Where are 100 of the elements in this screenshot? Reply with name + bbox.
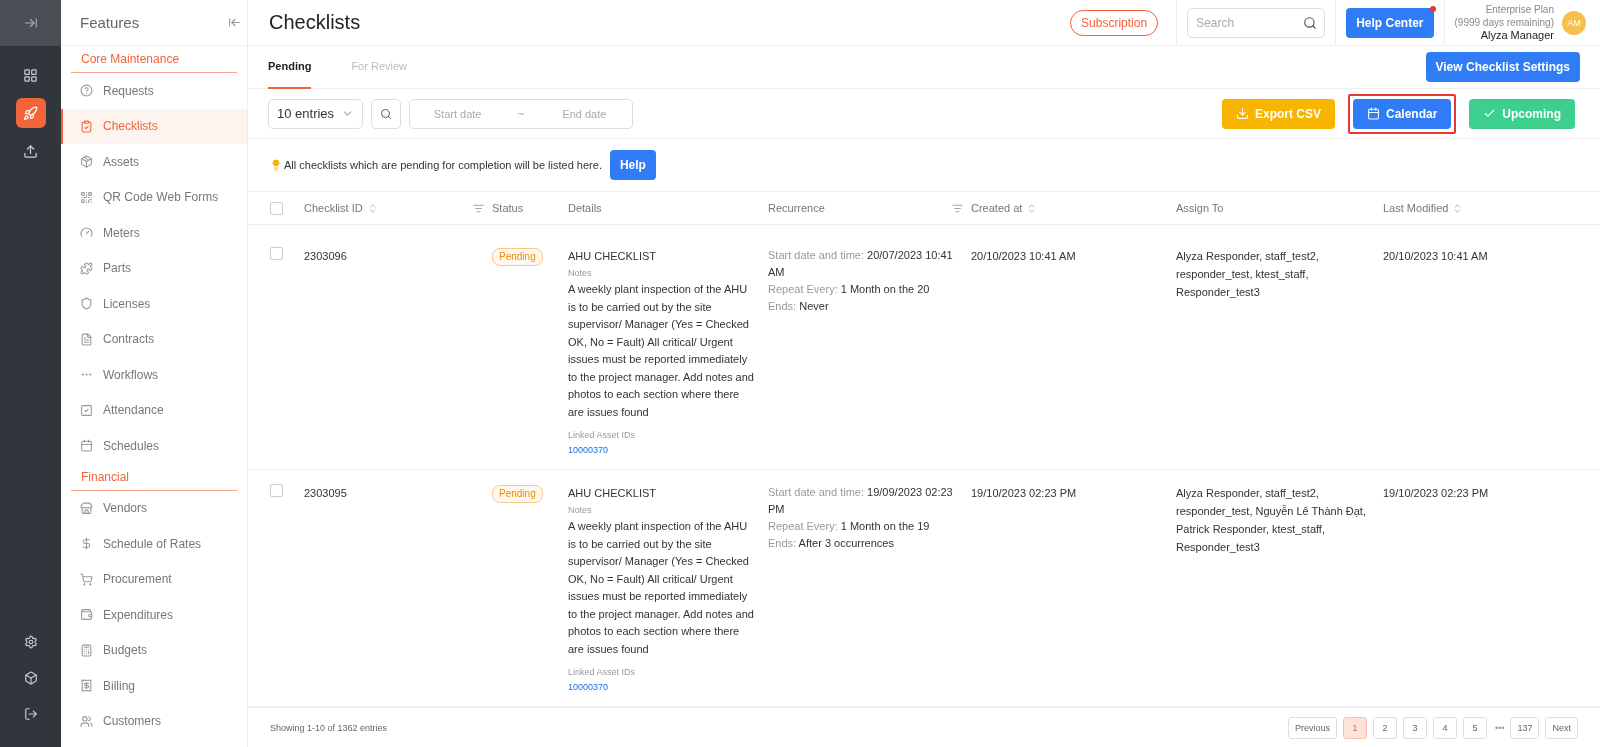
users-icon [80,714,93,728]
page-title: Checklists [269,11,362,34]
checklist-title: AHU CHECKLIST [568,249,658,264]
recurrence-text: Ends: After 3 occurrences [768,536,895,551]
column-header: Details [568,202,602,214]
created-date: 20/10/2023 10:41 AM [971,249,1077,264]
pagination-ellipsis: ••• [1495,722,1505,733]
asset-link[interactable]: 10000370 [568,682,609,692]
column-header: Last Modified [1383,202,1449,214]
plan-name: Enterprise Plan [1485,3,1554,16]
sidebar-item[interactable]: Contracts [61,321,247,357]
sidebar-item[interactable]: Workflows [61,357,247,393]
section-title: Financial [71,463,237,491]
collapse-icon[interactable] [228,16,241,29]
sidebar-item[interactable]: Meters [61,215,247,251]
rocket-icon[interactable] [15,98,46,128]
dollar-icon [80,537,93,551]
recurrence-text: Start date and time: 20/07/2023 10:41 AM [768,248,954,280]
tab[interactable]: Pending [268,45,312,89]
sidebar-item[interactable]: Customers [61,703,247,739]
page-button[interactable]: 3 [1403,716,1427,739]
subscription-button[interactable]: Subscription [1070,9,1159,36]
page-button[interactable]: 137 [1510,716,1540,739]
sidebar-item[interactable]: Schedules [61,428,247,464]
row-checkbox[interactable] [270,484,283,497]
user-name: Alyza Manager [1480,29,1554,42]
sidebar-item[interactable]: QR Code Web Forms [61,179,247,215]
search-icon [380,107,392,120]
linked-label: Linked Asset IDs [568,429,637,442]
sidebar-item[interactable]: Expenditures [61,597,247,633]
sidebar-item[interactable]: Licenses [61,286,247,322]
settings-button[interactable]: View Checklist Settings [1425,52,1580,82]
calendar-button[interactable]: Calendar [1352,98,1452,129]
sidebar-item[interactable]: Checklists [61,108,247,144]
notes-text: A weekly plant inspection of the AHU is to be carried out by the site supervisor/ Manager (Yes = Checked OK, No = Fault) All critical/ Urgent issues must be reported immediately to the project manager. Add notes and photos to each section where there are issues found [568,519,755,657]
recurrence-text: Ends: Never [768,299,830,314]
column-header: Assign To [1176,202,1224,214]
page-button[interactable]: 1 [1343,716,1367,739]
modified-date: 20/10/2023 10:41 AM [1383,249,1489,264]
checkbox-icon [80,403,93,417]
sidebar-item[interactable]: Assets [61,144,247,180]
notes-label: Notes [568,504,593,517]
recurrence-text: Repeat Every: 1 Month on the 20 [768,282,931,297]
lightbulb-icon [270,159,282,171]
sidebar-item[interactable]: Parts [61,250,247,286]
search-button[interactable] [371,98,401,129]
qr-code-icon [80,190,93,204]
entries-select[interactable]: 10 entries [268,98,363,129]
row-checkbox[interactable] [270,247,283,260]
status-badge: Pending [492,485,543,503]
sidebar-item[interactable]: Vendors [61,490,247,526]
info-text: All checklists which are pending for completion will be listed here. [270,159,602,171]
expand-icon[interactable] [23,16,38,30]
sidebar-item[interactable]: Schedule of Rates [61,526,247,562]
assignees: Alyza Responder, staff_test2, responder_test, Nguyễn Lê Thành Đạt, Patrick Responder, ktest_staff, Responder_test3 [1176,486,1367,555]
checklist-id: 2303096 [304,249,348,264]
date-range-field[interactable]: Start date ~ End date [409,98,633,129]
column-header: Recurrence [768,202,825,214]
created-date: 19/10/2023 02:23 PM [971,486,1078,501]
clipboard-check-icon [80,119,93,133]
notification-dot [1429,5,1436,12]
search-icon [1303,15,1318,30]
previous-button[interactable]: Previous [1288,716,1337,739]
sidebar-item[interactable]: Procurement [61,561,247,597]
calendar-icon [1366,107,1380,120]
filter-icon[interactable] [473,202,484,214]
recurrence-text: Repeat Every: 1 Month on the 19 [768,519,931,534]
wallet-icon [80,608,93,622]
sidebar-item[interactable]: Requests [61,73,247,109]
receipt-icon [80,679,93,693]
page-button[interactable]: 2 [1373,716,1397,739]
calendar-icon [80,439,93,453]
sidebar-title: Features [80,14,140,31]
sidebar-item[interactable]: Attendance [61,392,247,428]
check-icon [1483,107,1497,120]
notes-label: Notes [568,267,593,280]
assignees: Alyza Responder, staff_test2, responder_test, ktest_staff, Responder_test3 [1176,249,1320,300]
document-icon [80,332,93,346]
status-badge: Pending [492,248,543,266]
search-field[interactable]: Search [1187,7,1326,38]
store-icon [80,501,93,515]
section-title: Core Maintenance [71,46,237,73]
sidebar-item[interactable]: Billing [61,668,247,704]
cart-icon [80,572,93,586]
modified-date: 19/10/2023 02:23 PM [1383,486,1490,501]
filter-icon[interactable] [952,202,963,214]
column-header: Checklist ID [304,202,363,214]
column-header: Status [492,202,524,214]
page-button[interactable]: 4 [1433,716,1457,739]
entries-summary: Showing 1-10 of 1362 entries [270,722,389,733]
page-button[interactable]: 5 [1463,716,1487,739]
select-all-checkbox[interactable] [270,201,283,215]
help-button[interactable]: Help [609,150,656,180]
help-center-button[interactable]: Help Center [1346,7,1434,38]
range-separator: ~ [517,107,525,120]
download-icon [1235,107,1249,120]
asset-link[interactable]: 10000370 [568,445,609,455]
package-icon [80,155,93,169]
sidebar-item[interactable]: Budgets [61,632,247,668]
next-button[interactable]: Next [1545,716,1578,739]
